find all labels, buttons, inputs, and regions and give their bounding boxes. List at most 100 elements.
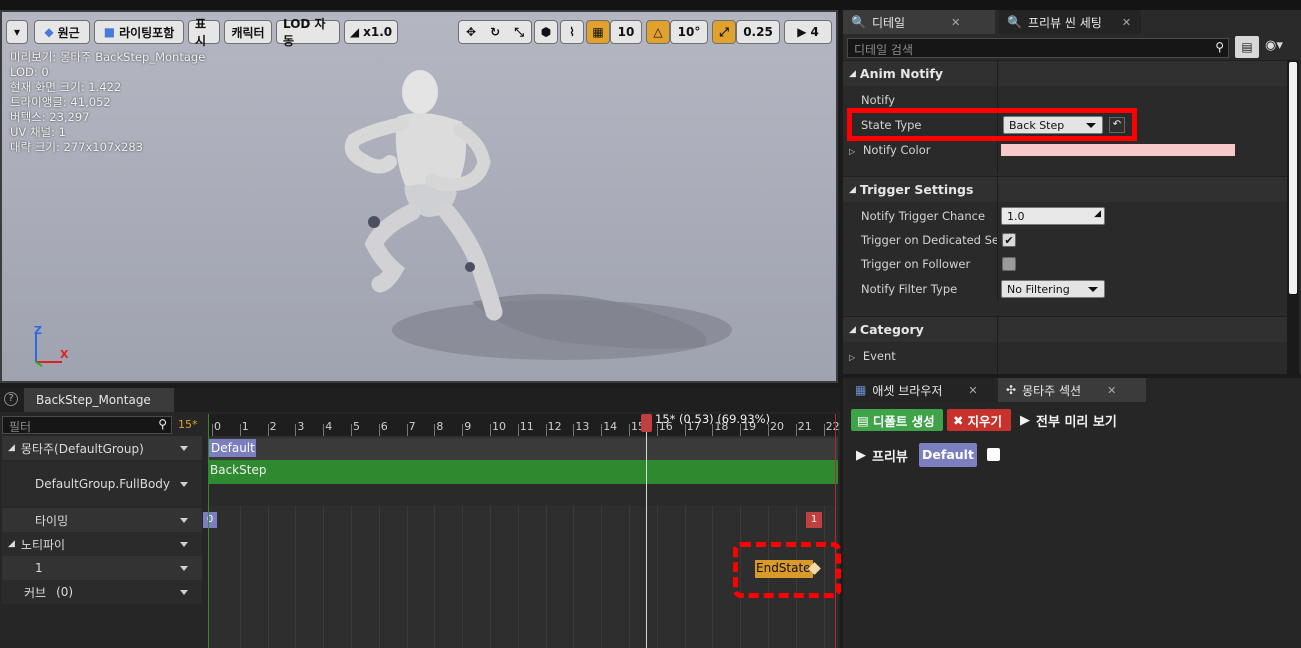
playhead-handle[interactable]	[641, 414, 652, 432]
close-icon[interactable]: ✕	[951, 16, 960, 29]
tab-montage-sections[interactable]: ✣ 몽타주 섹션 ✕	[998, 378, 1146, 402]
timing-marker-end[interactable]: 1	[806, 512, 822, 528]
tab-asset-browser[interactable]: ▦ 애셋 브라우저 ✕	[847, 378, 995, 402]
expand-arrow-icon: ◢	[849, 184, 856, 195]
category-anim-notify[interactable]: ◢ Anim Notify	[843, 60, 1287, 86]
chevron-down-icon[interactable]	[180, 518, 188, 523]
track-header-slot[interactable]: DefaultGroup.FullBody	[2, 462, 202, 506]
trigger-chance-input[interactable]: 1.0 ◢	[1001, 207, 1105, 225]
timeline-tick-mark	[323, 424, 325, 436]
timeline-gridline	[378, 506, 380, 648]
expand-arrow-icon: ◢	[8, 443, 15, 453]
timeline-gridline	[323, 506, 325, 648]
timeline-tick-mark	[545, 424, 547, 436]
chevron-down-icon[interactable]	[180, 482, 188, 487]
track-header-notify[interactable]: ◢ 노티파이	[2, 532, 202, 556]
chevron-down-icon[interactable]	[180, 542, 188, 547]
chevron-down-icon	[1088, 287, 1098, 292]
timeline-tick-label: 7	[408, 420, 416, 433]
chevron-down-icon[interactable]	[180, 446, 188, 451]
timeline-tick-mark	[823, 424, 825, 436]
timeline-gridline	[351, 506, 352, 648]
slot-track-empty	[208, 484, 838, 506]
timeline-gridline	[656, 506, 658, 648]
timeline-filter-input[interactable]: 필터 ⚲	[2, 416, 172, 434]
category-trigger-settings-title: Trigger Settings	[859, 182, 974, 197]
puzzle-icon: ✣	[1006, 383, 1017, 397]
timeline-tick-label: 3	[297, 420, 305, 433]
timeline-gridline	[462, 506, 464, 648]
details-search-input[interactable]: 디테일 검색 ⚲	[847, 38, 1229, 58]
dedicated-server-checkbox[interactable]: ✔	[1002, 233, 1016, 247]
category-trigger-settings[interactable]: ◢ Trigger Settings	[843, 176, 1287, 202]
timeline-gridline	[517, 506, 519, 648]
timeline-tick-label: 11	[519, 420, 534, 433]
timeline-tick-mark	[629, 424, 630, 436]
details-scrollbar-thumb[interactable]	[1289, 62, 1297, 294]
magnifier-icon: 🔍	[1007, 15, 1022, 29]
category-category[interactable]: ◢ Category	[843, 316, 1287, 342]
track-header-curves[interactable]: 커브 (0)	[2, 580, 202, 604]
grid-icon: ▦	[855, 383, 867, 397]
checkmark-icon: ✔	[1004, 233, 1014, 247]
preview-viewport[interactable]: ▾ ◆ 원근 ■ 라이팅포함 표시 캐릭터 LOD 자동 ◢ x1.0 ✥ ↻ …	[0, 10, 838, 383]
expand-arrow-icon: ◢	[849, 324, 856, 335]
chevron-down-icon[interactable]	[180, 590, 188, 595]
help-icon[interactable]: ?	[4, 392, 18, 406]
timeline-tick-mark	[378, 424, 380, 436]
trigger-follower-checkbox[interactable]	[1002, 257, 1016, 271]
tab-backstep-montage-label: BackStep_Montage	[36, 393, 151, 407]
timeline-tick-mark	[795, 424, 797, 436]
filter-type-dropdown[interactable]: No Filtering	[1001, 280, 1105, 298]
trigger-chance-label: Notify Trigger Chance	[861, 209, 986, 223]
track-header-timing[interactable]: 타이밍	[2, 508, 202, 532]
playhead-label: 15* (0.53) (69.93%)	[655, 412, 771, 426]
details-scrollbar[interactable]	[1287, 60, 1299, 374]
spin-arrows-icon: ◢	[1094, 209, 1101, 219]
clear-button[interactable]: ✖ 지우기	[947, 409, 1011, 431]
create-default-button[interactable]: ▤ 디폴트 생성	[851, 409, 943, 431]
close-icon[interactable]: ✕	[1122, 16, 1131, 29]
tab-details[interactable]: 🔍 디테일 ✕	[843, 10, 995, 34]
close-icon[interactable]: ✕	[968, 384, 977, 397]
category-anim-notify-title: Anim Notify	[859, 66, 944, 81]
notify-color-swatch[interactable]	[1001, 144, 1235, 156]
expand-arrow-icon: ◢	[8, 539, 15, 549]
close-icon[interactable]: ✕	[1107, 384, 1116, 397]
tab-backstep-montage[interactable]: BackStep_Montage	[24, 388, 174, 412]
tab-preview-scene-label: 프리뷰 씬 세팅	[1027, 15, 1102, 30]
expand-arrow-icon: ▷	[849, 147, 856, 156]
timeline-gridline	[573, 506, 575, 648]
timeline-tick-mark	[295, 424, 297, 436]
filter-type-value: No Filtering	[1007, 282, 1070, 296]
preview-all-button[interactable]: ▶ 전부 미리 보기	[1020, 411, 1117, 430]
preview-button[interactable]: ▶ 프리뷰	[856, 446, 908, 465]
chevron-down-icon[interactable]	[180, 566, 188, 571]
property-matrix-button[interactable]: ▤	[1235, 36, 1259, 58]
tab-preview-scene[interactable]: 🔍 프리뷰 씬 세팅 ✕	[999, 10, 1141, 34]
details-search-placeholder: 디테일 검색	[854, 43, 914, 57]
timeline-gridline	[295, 506, 297, 648]
anim-segment-backstep-label: BackStep	[210, 463, 267, 477]
timing-marker-start[interactable]: 0	[203, 512, 217, 528]
timeline-tick-mark	[601, 424, 603, 436]
track-header-montage[interactable]: ◢ 몽타주(DefaultGroup)	[2, 436, 202, 460]
track-header-notify-1[interactable]: 1	[2, 556, 202, 580]
notify-color-label: Notify Color	[862, 143, 931, 157]
playhead-line	[646, 414, 647, 648]
timeline-tick-label: 20	[770, 420, 784, 433]
row-event: ▷ Event	[843, 344, 1287, 368]
visibility-dropdown[interactable]: ◉▾	[1265, 38, 1299, 56]
timeline-tick-mark	[239, 424, 241, 436]
tab-asset-browser-label: 애셋 브라우저	[872, 383, 943, 398]
timeline-gridline	[545, 506, 547, 648]
section-default-button[interactable]: Default	[919, 443, 977, 467]
section-loop-checkbox[interactable]	[987, 448, 1000, 461]
timeline-tick-mark	[351, 424, 352, 436]
event-label: Event	[862, 349, 896, 363]
timeline-filter-placeholder: 필터	[9, 420, 32, 434]
anim-segment-backstep[interactable]: BackStep	[208, 460, 838, 484]
timeline-tick-label: 2	[269, 420, 277, 433]
section-marker-default[interactable]: Default	[208, 439, 256, 457]
timeline-tick-mark	[434, 424, 436, 436]
